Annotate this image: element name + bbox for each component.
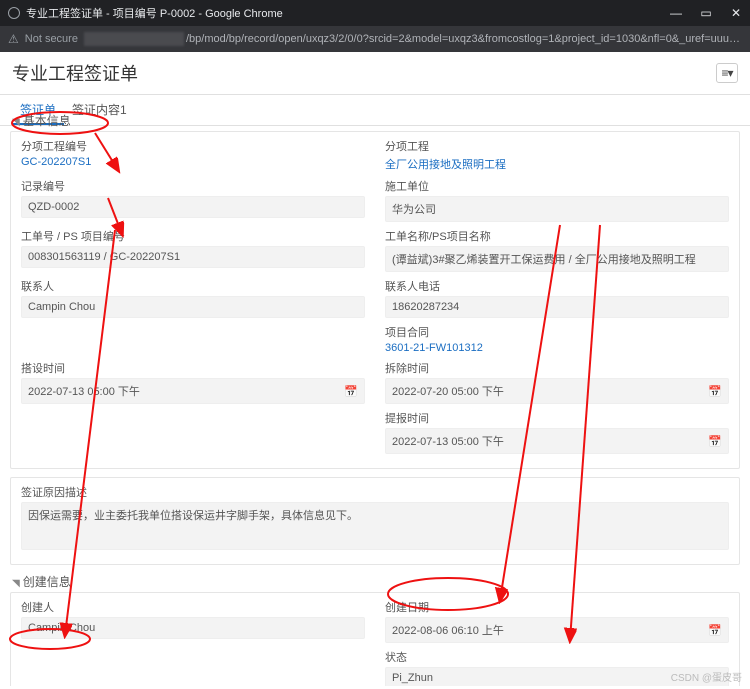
calendar-icon: 📅 xyxy=(708,624,722,637)
lbl-wo-ps: 工单号 / PS 项目编号 xyxy=(21,228,365,244)
url-path: /bp/mod/bp/record/open/uxqz3/2/0/0?srcid… xyxy=(186,33,742,45)
lbl-state: 状态 xyxy=(385,649,729,665)
page-title: 专业工程签证单 xyxy=(12,60,716,86)
lbl-unit: 施工单位 xyxy=(385,178,729,194)
val-submit-time[interactable]: 2022-07-13 05:00 下午📅 xyxy=(385,428,729,454)
window-minimize-button[interactable]: — xyxy=(670,7,682,19)
val-record-no: QZD-0002 xyxy=(21,196,365,218)
lbl-setup-time: 搭设时间 xyxy=(21,360,365,376)
globe-icon xyxy=(8,7,20,19)
val-reason[interactable]: 因保运需要，业主委托我单位搭设保运井字脚手架，具体信息见下。 xyxy=(21,502,729,550)
val-wo-name: (谭益斌)3#聚乙烯装置开工保运费用 / 全厂公用接地及照明工程 xyxy=(385,246,729,272)
val-contact: Campin Chou xyxy=(21,296,365,318)
not-secure-label: Not secure xyxy=(25,33,78,45)
link-sub-code[interactable]: GC-202207S1 xyxy=(21,156,91,168)
address-bar: ⚠ Not secure /bp/mod/bp/record/open/uxqz… xyxy=(0,26,750,52)
lbl-contact: 联系人 xyxy=(21,278,365,294)
lbl-remove-time: 拆除时间 xyxy=(385,360,729,376)
val-cdate: 2022-08-06 06:10 上午📅 xyxy=(385,617,729,643)
val-setup-time[interactable]: 2022-07-13 05:00 下午📅 xyxy=(21,378,365,404)
link-sub-proj[interactable]: 全厂公用接地及照明工程 xyxy=(385,159,506,171)
window-maximize-button[interactable]: ▭ xyxy=(700,7,712,19)
panel-basic: 分项工程编号 GC-202207S1 分项工程 全厂公用接地及照明工程 记录编号… xyxy=(10,131,740,469)
lbl-sub-proj: 分项工程 xyxy=(385,138,729,154)
lbl-record-no: 记录编号 xyxy=(21,178,365,194)
section-basic-title: 基本信息 xyxy=(12,112,740,129)
calendar-icon: 📅 xyxy=(708,435,722,448)
window-titlebar: 专业工程签证单 - 项目编号 P-0002 - Google Chrome — … xyxy=(0,0,750,26)
menu-icon: ≡▾ xyxy=(721,66,732,80)
lbl-cdate: 创建日期 xyxy=(385,599,729,615)
page-header: 专业工程签证单 ≡▾ xyxy=(0,52,750,95)
form-scroll[interactable]: 基本信息 分项工程编号 GC-202207S1 分项工程 全厂公用接地及照明工程… xyxy=(0,104,750,686)
lbl-creator: 创建人 xyxy=(21,599,365,615)
val-unit: 华为公司 xyxy=(385,196,729,222)
calendar-icon: 📅 xyxy=(344,385,358,398)
window-title: 专业工程签证单 - 项目编号 P-0002 - Google Chrome xyxy=(26,5,670,21)
panel-create: 创建人 Campin Chou 创建日期 2022-08-06 06:10 上午… xyxy=(10,592,740,686)
val-phone: 18620287234 xyxy=(385,296,729,318)
lbl-sub-code: 分项工程编号 xyxy=(21,138,365,154)
val-wo-ps: 008301563119 / GC-202207S1 xyxy=(21,246,365,268)
lbl-submit-time: 提报时间 xyxy=(385,410,729,426)
lbl-reason: 签证原因描述 xyxy=(21,484,729,500)
section-create-title: 创建信息 xyxy=(12,573,740,590)
lbl-wo-name: 工单名称/PS项目名称 xyxy=(385,228,729,244)
lbl-phone: 联系人电话 xyxy=(385,278,729,294)
panel-reason: 签证原因描述 因保运需要，业主委托我单位搭设保运井字脚手架，具体信息见下。 xyxy=(10,477,740,565)
calendar-icon: 📅 xyxy=(708,385,722,398)
menu-button[interactable]: ≡▾ xyxy=(716,63,738,83)
not-secure-icon: ⚠ xyxy=(8,32,19,46)
watermark: CSDN @蛋皮哥 xyxy=(671,669,742,684)
link-contract[interactable]: 3601-21-FW101312 xyxy=(385,342,483,354)
val-remove-time[interactable]: 2022-07-20 05:00 下午📅 xyxy=(385,378,729,404)
val-creator: Campin Chou xyxy=(21,617,365,639)
redacted-host xyxy=(84,32,184,46)
lbl-contract: 项目合同 xyxy=(385,324,729,340)
window-close-button[interactable]: ✕ xyxy=(730,7,742,19)
